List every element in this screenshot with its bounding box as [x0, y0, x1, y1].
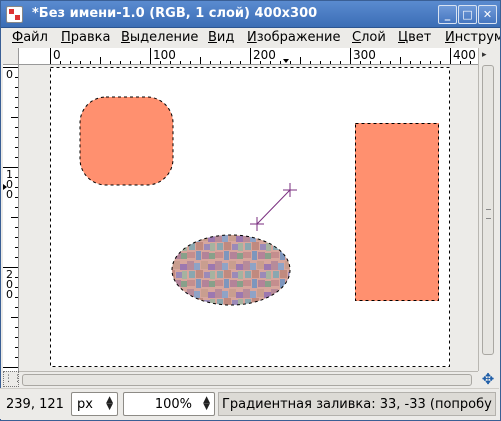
unit-select-arrow-icon: ▲ ▼	[106, 395, 113, 412]
image-canvas[interactable]	[19, 65, 478, 371]
menu-select[interactable]: Выделение	[121, 30, 198, 45]
navigate-arrow-icon[interactable]: ▸	[482, 50, 487, 60]
zoom-select[interactable]: 100% ▲ ▼	[123, 392, 215, 416]
status-bar: 239, 121 px ▲ ▼ 100% ▲ ▼ Градиентная залив…	[0, 388, 499, 419]
menu-edit[interactable]: Правка	[61, 30, 110, 45]
pointer-coordinates: 239, 121	[6, 397, 64, 412]
maximize-button[interactable]: □	[458, 5, 477, 24]
menu-layer[interactable]: Слой	[352, 30, 386, 45]
menu-image[interactable]: Изображение	[247, 30, 341, 45]
vertical-scroll-thumb[interactable]	[482, 65, 494, 355]
ruler-label: 200	[253, 48, 276, 62]
ruler-corner[interactable]	[3, 48, 19, 65]
unit-select[interactable]: px ▲ ▼	[71, 392, 118, 416]
ruler-label: 0	[6, 288, 13, 301]
rect-shape	[355, 123, 439, 301]
ruler-label: 0	[6, 68, 13, 81]
status-message: Градиентная заливка: 33, -33 (попробу	[218, 392, 496, 416]
menu-file[interactable]: Файл	[12, 30, 48, 45]
ruler-pointer-marker	[283, 59, 289, 63]
navigate-icon[interactable]: ✥	[480, 371, 496, 387]
ruler-label: 300	[353, 48, 376, 62]
vertical-ruler-ticks: 0100200	[3, 67, 18, 368]
title-bar[interactable]: *Без имени-1.0 (RGB, 1 слой) 400x300 _ □…	[1, 1, 500, 28]
horizontal-scroll-thumb[interactable]	[22, 374, 472, 386]
quick-mask-icon[interactable]: ⋮⋮	[3, 371, 22, 387]
gimp-app-icon[interactable]	[6, 6, 23, 23]
canvas-drawing	[19, 65, 478, 371]
menu-colors[interactable]: Цвет	[398, 30, 431, 45]
close-button[interactable]: ✕	[478, 5, 497, 24]
horizontal-ruler-ticks: 0 100 200 300 400	[50, 48, 476, 64]
zoom-select-arrow-icon: ▲ ▼	[203, 395, 210, 412]
ruler-label: 100	[153, 48, 176, 62]
vertical-scrollbar[interactable]: ▸	[478, 48, 497, 371]
rounded-rect-shape	[80, 97, 173, 185]
horizontal-scrollbar[interactable]	[19, 371, 478, 387]
menu-bar: Файл Правка Выделение Вид Изображение Сл…	[1, 28, 500, 48]
menu-tools[interactable]: Инструм	[445, 30, 500, 45]
ruler-label: 0	[6, 188, 13, 201]
horizontal-ruler[interactable]: 0 100 200 300 400	[19, 48, 478, 65]
ruler-label: 400	[453, 48, 476, 62]
vertical-ruler[interactable]: 0100200	[3, 65, 19, 371]
menu-view[interactable]: Вид	[208, 30, 234, 45]
ruler-label: 0	[53, 48, 61, 62]
minimize-button[interactable]: _	[438, 5, 457, 24]
window-title: *Без имени-1.0 (RGB, 1 слой) 400x300	[32, 6, 318, 21]
